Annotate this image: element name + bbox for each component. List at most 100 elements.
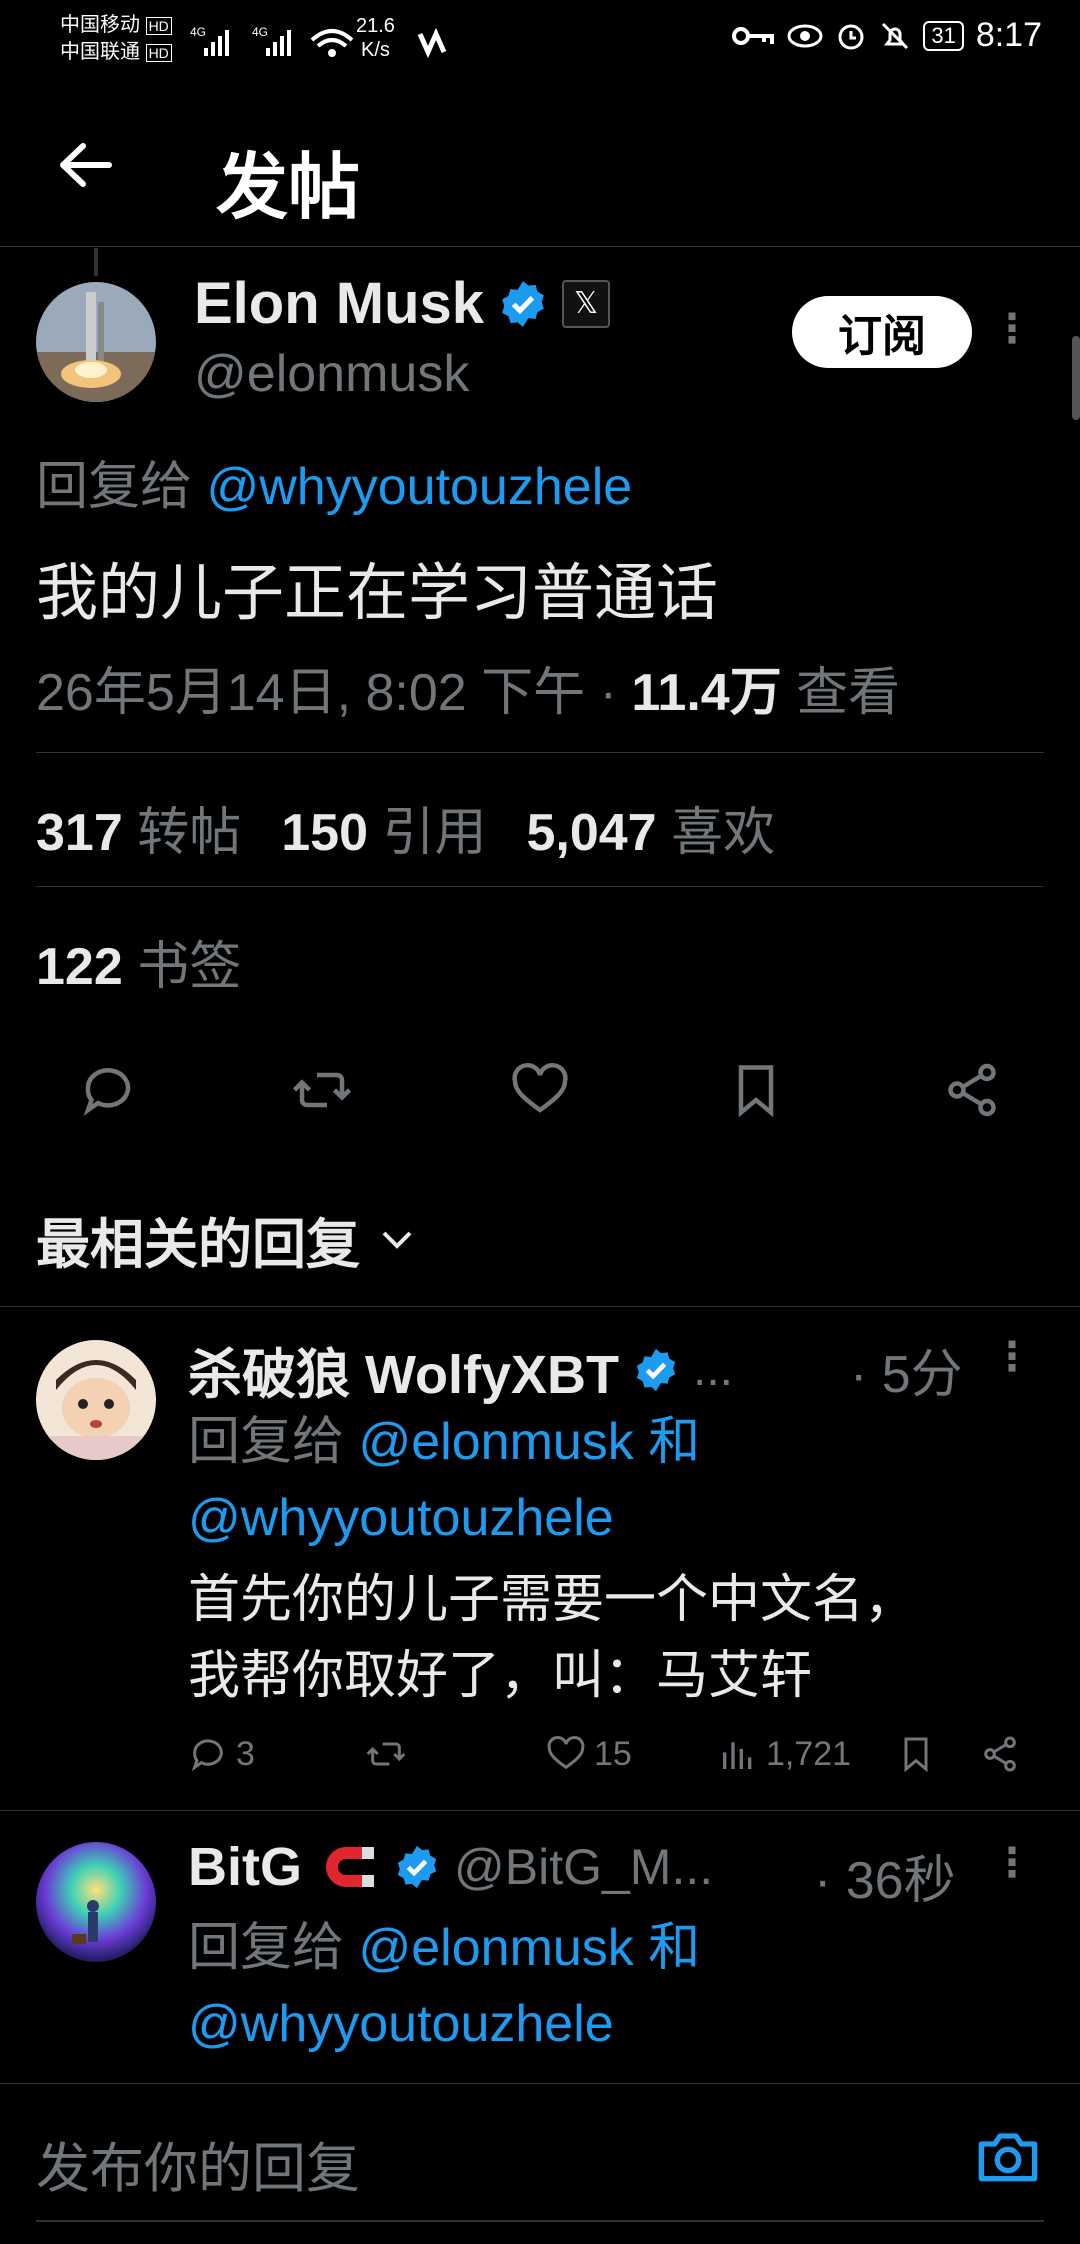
- author-avatar[interactable]: [36, 282, 156, 402]
- chevron-down-icon: [382, 1231, 412, 1249]
- reply-time[interactable]: · 36秒: [814, 1838, 956, 1913]
- replies-divider: [0, 1306, 1080, 1307]
- reply-to-link[interactable]: @whyyoutouzhele: [188, 1995, 614, 2053]
- reply-time[interactable]: · 5分: [850, 1332, 963, 1407]
- back-button[interactable]: [50, 130, 120, 200]
- reply-author-row: BitG @BitG_M...: [188, 1836, 713, 1898]
- alarm-icon: [838, 24, 864, 49]
- views-count: 11.4万: [631, 664, 782, 722]
- tweet-meta: 26年5月14日, 8:02 下午 · 11.4万 查看: [36, 650, 900, 725]
- svg-text:4G: 4G: [190, 25, 206, 39]
- carrier-info: 中国移动 HD 中国联通 HD: [60, 12, 172, 66]
- verified-badge-icon: [397, 1845, 437, 1889]
- rocket-launch-image: [36, 282, 156, 402]
- reply-button[interactable]: [76, 1058, 140, 1122]
- verified-badge-icon: [502, 280, 544, 327]
- retweet-icon: [366, 1742, 406, 1766]
- heart-icon: [512, 1063, 568, 1113]
- reply-to-link[interactable]: @whyyoutouzhele: [206, 458, 632, 516]
- views-label: 查看: [796, 664, 901, 722]
- mute-bell-icon: [882, 22, 909, 49]
- reply-author-handle[interactable]: @BitG_M...: [454, 1838, 713, 1896]
- verified-badge-icon: [636, 1348, 676, 1391]
- like-button[interactable]: [508, 1058, 572, 1122]
- reply-avatar[interactable]: [36, 1842, 156, 1962]
- galaxy-avatar-image: [36, 1842, 156, 1962]
- reply-comment-button[interactable]: 3: [188, 1734, 255, 1774]
- reply-more-icon[interactable]: ⋮: [992, 1334, 1032, 1380]
- tweet-timestamp[interactable]: 26年5月14日, 8:02 下午 ·: [36, 664, 617, 722]
- home-indicator: [36, 2220, 1044, 2222]
- anime-avatar-image: [36, 1340, 156, 1460]
- reply-to-link[interactable]: @elonmusk: [358, 1413, 633, 1471]
- retweet-button[interactable]: [290, 1058, 354, 1122]
- reply-text: 首先你的儿子需要一个中文名， 我帮你取好了，叫：马艾轩: [188, 1571, 917, 1705]
- engagement-stats: 317 转帖 150 引用 5,047 喜欢: [36, 790, 775, 865]
- reply-divider: [0, 1810, 1080, 1811]
- magnet-icon: [326, 1847, 374, 1887]
- bookmark-icon: [904, 1737, 928, 1773]
- replies-sort-toggle[interactable]: 最相关的回复: [36, 1200, 414, 1279]
- heart-icon: [547, 1736, 585, 1770]
- meta-divider: [36, 752, 1044, 753]
- clock: 8:17: [975, 16, 1042, 54]
- scrollbar[interactable]: [1072, 336, 1080, 420]
- battery-indicator: 31: [923, 20, 964, 51]
- reply-like-button[interactable]: 15: [546, 1734, 632, 1774]
- camera-icon: [978, 2133, 1038, 2182]
- more-options-icon[interactable]: ⋮: [992, 306, 1032, 352]
- retweets-stat[interactable]: 317 转帖: [36, 790, 241, 865]
- reply-context: 回复给 @whyyoutouzhele: [36, 458, 633, 516]
- reply-to-link[interactable]: @elonmusk: [358, 1919, 633, 1977]
- reply-author-row: 杀破狼 WolfyXBT ...: [188, 1330, 733, 1409]
- key-icon: [732, 26, 775, 45]
- svg-text:4G: 4G: [252, 25, 268, 39]
- status-right: 31 8:17: [731, 16, 1042, 55]
- analytics-icon: [723, 1742, 752, 1769]
- network-speed: 21.6 K/s: [356, 15, 395, 61]
- reply-views-button[interactable]: 1,721: [718, 1734, 851, 1774]
- arrow-left-icon: [60, 143, 112, 187]
- reply-more-icon[interactable]: ⋮: [992, 1840, 1032, 1886]
- reply-share-button[interactable]: [980, 1734, 1020, 1779]
- likes-stat[interactable]: 5,047 喜欢: [526, 790, 775, 865]
- reply-author-name[interactable]: BitG: [188, 1836, 302, 1898]
- comment-icon: [83, 1068, 131, 1116]
- x-affiliation-icon: 𝕏: [562, 279, 611, 328]
- author-handle[interactable]: @elonmusk: [194, 344, 469, 404]
- reply-input[interactable]: 发布你的回复: [36, 2124, 360, 2203]
- retweet-icon: [292, 1072, 352, 1108]
- stats-divider: [36, 886, 1044, 887]
- eye-icon: [787, 24, 823, 47]
- share-icon: [948, 1063, 996, 1117]
- reply-context: 回复给 @elonmusk 和 @whyyoutouzhele: [188, 1919, 701, 2053]
- reply-avatar[interactable]: [36, 1340, 156, 1460]
- reply-to-link[interactable]: @whyyoutouzhele: [188, 1489, 614, 1547]
- bookmark-icon: [738, 1065, 774, 1118]
- thread-line: [94, 248, 98, 276]
- share-button[interactable]: [940, 1058, 1004, 1122]
- bookmark-button[interactable]: [724, 1058, 788, 1122]
- share-icon: [984, 1736, 1016, 1772]
- reply-retweet-button[interactable]: [364, 1734, 408, 1779]
- reply-author-ellipsis: ...: [693, 1343, 734, 1396]
- quotes-stat[interactable]: 150 引用: [281, 790, 486, 865]
- signal-icons: 4G 4G: [190, 18, 450, 67]
- reply-composer: 发布你的回复: [0, 2083, 1080, 2244]
- signal-strength-icon: 4G 4G: [190, 25, 447, 59]
- tweet-text: 我的儿子正在学习普通话: [36, 559, 719, 628]
- header-divider: [0, 246, 1080, 247]
- bookmarks-stat[interactable]: 122 书签: [36, 924, 241, 999]
- replies-sort-label: 最相关的回复: [36, 1215, 360, 1275]
- carrier-2: 中国联通: [60, 41, 140, 63]
- carrier-1: 中国移动: [60, 14, 140, 36]
- author-name[interactable]: Elon Musk: [194, 270, 484, 337]
- comment-icon: [191, 1739, 223, 1772]
- camera-button[interactable]: [976, 2128, 1040, 2189]
- reply-context: 回复给 @elonmusk 和 @whyyoutouzhele: [188, 1413, 701, 1547]
- subscribe-button[interactable]: 订阅: [792, 296, 972, 368]
- author-name-row: Elon Musk 𝕏: [194, 270, 611, 337]
- reply-author-name[interactable]: 杀破狼 WolfyXBT: [188, 1330, 619, 1409]
- reply-bookmark-button[interactable]: [896, 1734, 936, 1779]
- page-title: 发帖: [216, 148, 361, 228]
